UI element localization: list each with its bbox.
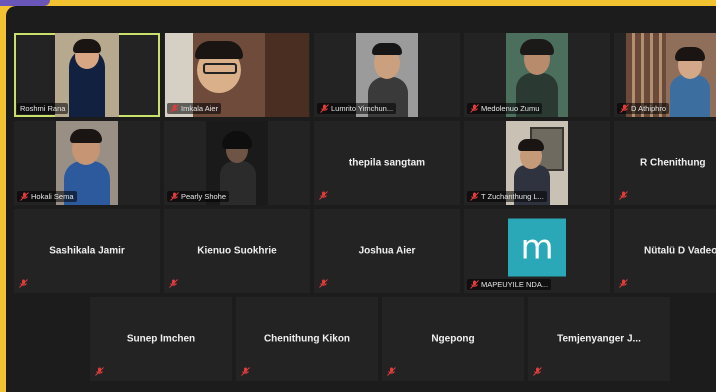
muted-mic-icon xyxy=(533,367,542,376)
participant-tile-chenithung-kikon[interactable]: Chenithung Kikon xyxy=(236,297,378,381)
participant-avatar: m xyxy=(508,218,566,277)
participant-tile-kienuo-suokhrie[interactable]: Kienuo Suokhrie xyxy=(164,209,310,293)
participant-name: Chenithung Kikon xyxy=(263,333,351,345)
participant-tile-roshmi-rana[interactable]: Roshmi Rana xyxy=(14,33,160,117)
participant-tile-thepila-sangtam[interactable]: thepila sangtam xyxy=(314,121,460,205)
participant-tile-nutalu-d-vadeo[interactable]: Nütalü D Vadeo xyxy=(614,209,716,293)
participant-name-label: Hokali Sema xyxy=(17,191,77,202)
muted-mic-icon xyxy=(20,192,29,201)
muted-mic-icon xyxy=(470,192,479,201)
participant-name-label: D Athiphro xyxy=(617,103,670,114)
participant-name: Nütalü D Vadeo xyxy=(644,245,716,257)
participant-name-label: Medolenuo Zumu xyxy=(467,103,543,114)
muted-mic-icon xyxy=(619,191,628,200)
participant-name-label: Roshmi Rana xyxy=(17,103,69,114)
participant-tile-ngepong[interactable]: Ngepong xyxy=(382,297,524,381)
participant-tile-joshua-aier[interactable]: Joshua Aier xyxy=(314,209,460,293)
participant-tile-t-zuchanthung[interactable]: T Zuchanthung L... xyxy=(464,121,610,205)
video-gallery: Roshmi Rana Imkala Aier Lumrito Yimchun.… xyxy=(6,6,716,392)
participant-name-label: Imkala Aier xyxy=(167,103,222,114)
participant-tile-r-chenithung[interactable]: R Chenithung xyxy=(614,121,716,205)
muted-mic-icon xyxy=(95,367,104,376)
muted-mic-icon xyxy=(319,191,328,200)
participant-name: thepila sangtam xyxy=(348,157,426,169)
muted-mic-icon xyxy=(319,279,328,288)
participant-name-label: Pearly Shohe xyxy=(167,191,230,202)
participant-tile-imkala-aier[interactable]: Imkala Aier xyxy=(164,33,310,117)
participant-name: Kienuo Suokhrie xyxy=(197,245,277,257)
muted-mic-icon xyxy=(170,192,179,201)
participant-tile-lumrito-yimchunger[interactable]: Lumrito Yimchun... xyxy=(314,33,460,117)
participant-tile-sunep-imchen[interactable]: Sunep Imchen xyxy=(90,297,232,381)
participant-tile-mapeuyile-ndang[interactable]: m MAPEUYILE NDA... xyxy=(464,209,610,293)
participant-tile-pearly-shohe[interactable]: Pearly Shohe xyxy=(164,121,310,205)
muted-mic-icon xyxy=(387,367,396,376)
muted-mic-icon xyxy=(470,280,479,289)
participant-tile-medolenuo-zumu[interactable]: Medolenuo Zumu xyxy=(464,33,610,117)
muted-mic-icon xyxy=(320,104,329,113)
participant-name-label: Lumrito Yimchun... xyxy=(317,103,397,114)
participant-name: Temjenyanger J... xyxy=(557,333,641,345)
muted-mic-icon xyxy=(19,279,28,288)
participant-name: Sunep Imchen xyxy=(126,333,196,345)
participant-name: Sashikala Jamir xyxy=(49,245,125,257)
muted-mic-icon xyxy=(170,104,179,113)
participant-tile-temjenyanger[interactable]: Temjenyanger J... xyxy=(528,297,670,381)
muted-mic-icon xyxy=(619,279,628,288)
participant-name-label: T Zuchanthung L... xyxy=(467,191,547,202)
participant-tile-d-athiphro[interactable]: D Athiphro xyxy=(614,33,716,117)
participant-name: R Chenithung xyxy=(640,157,706,169)
muted-mic-icon xyxy=(241,367,250,376)
participant-tile-sashikala-jamir[interactable]: Sashikala Jamir xyxy=(14,209,160,293)
muted-mic-icon xyxy=(470,104,479,113)
muted-mic-icon xyxy=(169,279,178,288)
participant-name-label: MAPEUYILE NDA... xyxy=(467,279,552,290)
participant-name: Ngepong xyxy=(431,333,475,345)
participant-name: Joshua Aier xyxy=(358,245,416,257)
participant-tile-hokali-sema[interactable]: Hokali Sema xyxy=(14,121,160,205)
muted-mic-icon xyxy=(620,104,629,113)
